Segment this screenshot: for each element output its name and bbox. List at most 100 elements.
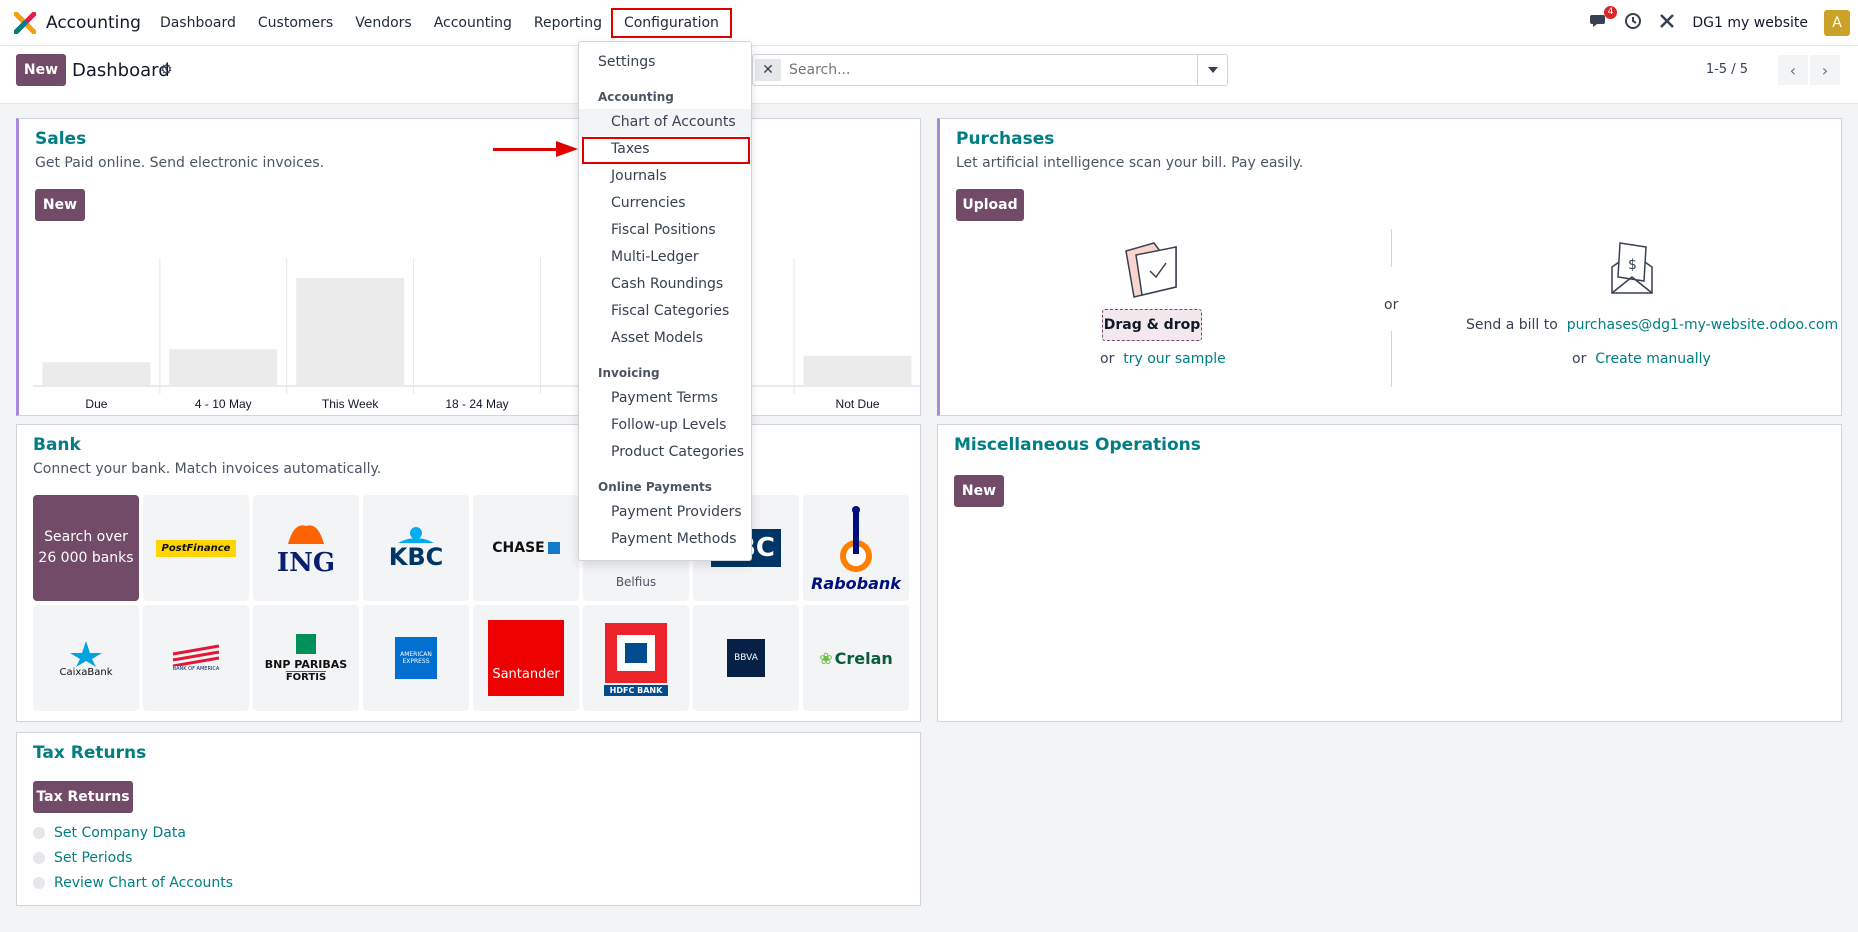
step-dot [33,852,45,864]
bank-ing[interactable]: ING [253,495,359,601]
chart-bar[interactable] [803,355,912,386]
dropdown-payment-methods[interactable]: Payment Methods [579,526,751,553]
activity-clock-icon[interactable] [1624,12,1642,34]
bank-bnpparibas[interactable]: BNP PARIBAS FORTIS [253,605,359,711]
purchase-email-link[interactable]: purchases@dg1-my-website.odoo.com [1567,317,1838,333]
or-text-2: or [1572,351,1587,367]
search-input[interactable] [789,62,1197,78]
chart-x-label: Due [85,397,107,411]
menu-configuration[interactable]: Configuration [610,0,732,46]
tools-icon[interactable] [1658,12,1676,34]
dropdown-chart-of-accounts[interactable]: Chart of Accounts [579,109,751,136]
messages-button[interactable]: 4 [1590,6,1618,33]
purchases-title[interactable]: Purchases [956,129,1054,149]
dropdown-cash-roundings[interactable]: Cash Roundings [579,271,751,298]
dropdown-payment-providers[interactable]: Payment Providers [579,499,751,526]
chart-bar[interactable] [42,362,151,386]
tax-title[interactable]: Tax Returns [33,743,146,763]
bank-bbva[interactable]: BBVA [693,605,799,711]
menu-vendors[interactable]: Vendors [344,0,422,46]
bank-bankofamerica[interactable]: BANK OF AMERICA [143,605,249,711]
tax-returns-button[interactable]: Tax Returns [33,781,133,813]
caixabank-star-icon [70,640,102,667]
postfinance-logo: PostFinance [155,539,237,557]
dropdown-asset-models[interactable]: Asset Models [579,325,751,352]
bankofamerica-flag-icon [172,644,220,666]
chevron-left-icon: ‹ [1789,60,1797,80]
dropdown-multi-ledger[interactable]: Multi-Ledger [579,244,751,271]
bank-title[interactable]: Bank [33,435,81,455]
dropdown-follow-up-levels[interactable]: Follow-up Levels [579,412,751,439]
drag-drop-zone[interactable]: Drag & drop [1102,309,1202,341]
pager-value[interactable]: 1-5 / 5 [1706,62,1748,77]
search-banks-button[interactable]: Search over 26 000 banks [33,495,139,601]
menu-customers[interactable]: Customers [247,0,344,46]
gear-icon[interactable]: ⚙ [160,62,173,78]
user-avatar[interactable]: A [1824,10,1850,36]
chart-x-label: 4 - 10 May [195,397,252,411]
breadcrumb-dashboard: Dashboard [72,60,170,81]
or-divider-text: or [1384,297,1399,313]
dropdown-header-accounting: Accounting [598,90,674,104]
misc-new-button[interactable]: New [954,475,1004,507]
set-periods-link[interactable]: Set Periods [54,850,132,866]
company-switcher[interactable]: DG1 my website [1692,15,1808,31]
bank-caixabank[interactable]: CaixaBank [33,605,139,711]
dropdown-journals[interactable]: Journals [579,163,751,190]
search-bar: ✕ [752,54,1228,86]
bnp-logo-text: BNP PARIBAS [264,657,348,671]
pager-next-button[interactable]: › [1810,55,1840,85]
bank-postfinance[interactable]: PostFinance [143,495,249,601]
sales-chart: Due 4 - 10 May This Week 18 - 24 May Not Due [33,258,921,411]
accounting-app-icon[interactable] [13,11,37,34]
review-chart-accounts-link[interactable]: Review Chart of Accounts [54,875,233,891]
set-company-data-link[interactable]: Set Company Data [54,825,186,841]
create-manually-row: or Create manually [1572,351,1711,367]
dropdown-payment-terms[interactable]: Payment Terms [579,385,751,412]
step-dot [33,877,45,889]
chevron-right-icon: › [1821,60,1829,80]
menu-dashboard[interactable]: Dashboard [149,0,247,46]
rabobank-logo-text: Rabobank [811,573,901,593]
bank-hdfc[interactable]: HDFC BANK [583,605,689,711]
taxes-highlight-box [582,137,750,164]
bank-santander[interactable]: Santander [473,605,579,711]
bankofamerica-logo-text: BANK OF AMERICA [172,666,220,672]
remove-facet-icon[interactable]: ✕ [755,59,781,81]
chart-bar[interactable] [169,349,278,386]
or-text: or [1100,351,1115,367]
highlight-box [610,7,732,38]
menu-accounting[interactable]: Accounting [423,0,523,46]
new-button[interactable]: New [16,54,66,86]
pager-previous-button[interactable]: ‹ [1778,55,1808,85]
dropdown-currencies[interactable]: Currencies [579,190,751,217]
dropdown-fiscal-categories[interactable]: Fiscal Categories [579,298,751,325]
chart-bar[interactable] [296,278,405,386]
bank-rabobank[interactable]: Rabobank [803,495,909,601]
dropdown-fiscal-positions[interactable]: Fiscal Positions [579,217,751,244]
upload-button[interactable]: Upload [956,189,1024,221]
hdfc-logo-text: HDFC BANK [603,684,669,696]
bank-chase[interactable]: CHASE [473,495,579,601]
try-sample-link[interactable]: try our sample [1123,351,1226,367]
chart-x-label: Not Due [836,397,880,411]
fortis-logo-text: FORTIS [285,670,327,683]
misc-title[interactable]: Miscellaneous Operations [954,435,1201,455]
search-options-toggle[interactable] [1197,55,1227,85]
menu-reporting[interactable]: Reporting [523,0,613,46]
dropdown-header-online-payments: Online Payments [598,480,712,494]
dropdown-settings[interactable]: Settings [579,49,751,76]
app-name[interactable]: Accounting [46,13,141,33]
messages-badge: 4 [1603,6,1618,19]
search-banks-line1: Search over [44,529,128,545]
kbc-logo-text: KBC [388,543,444,571]
caret-down-icon [1207,67,1218,73]
misc-operations-card: Miscellaneous Operations New [937,424,1842,722]
bank-subtitle: Connect your bank. Match invoices automa… [33,461,382,477]
bank-kbc[interactable]: KBC [363,495,469,601]
bank-crelan[interactable]: ❀ Crelan [803,605,909,711]
bank-amex[interactable]: AMERICAN EXPRESS [363,605,469,711]
create-manually-link[interactable]: Create manually [1595,351,1711,367]
dropdown-product-categories[interactable]: Product Categories [579,439,751,466]
crelan-leaf-icon: ❀ [819,648,833,668]
